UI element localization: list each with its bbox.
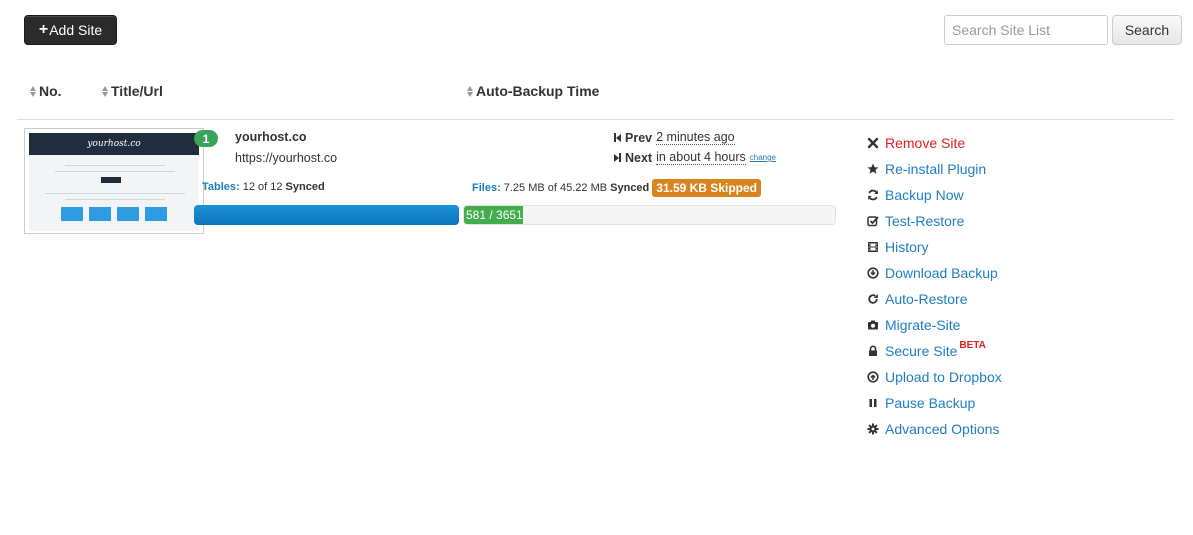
remove-site-label: Remove Site bbox=[885, 135, 966, 151]
files-status: Files: 7.25 MB of 45.22 MB Synced 31.59 … bbox=[472, 179, 761, 197]
step-backward-icon bbox=[614, 133, 621, 142]
upload-circle-icon bbox=[866, 371, 879, 384]
backup-now-label: Backup Now bbox=[885, 187, 964, 203]
star-icon bbox=[866, 163, 879, 176]
next-label: Next bbox=[625, 150, 653, 165]
auto-restore-action[interactable]: Auto-Restore bbox=[866, 286, 1166, 312]
files-synced: Synced bbox=[610, 182, 650, 194]
site-url[interactable]: https://yourhost.co bbox=[235, 151, 337, 165]
site-actions-menu: Remove Site Re-install Plugin Backup Now Te… bbox=[866, 130, 1166, 442]
download-circle-icon bbox=[866, 267, 879, 280]
column-header-title[interactable]: Title/Url bbox=[100, 83, 163, 99]
beta-badge: BETA bbox=[959, 339, 986, 351]
site-name[interactable]: yourhost.co bbox=[235, 130, 307, 144]
files-progress-bar: 581 / 3651 bbox=[463, 205, 836, 225]
tables-status: Tables: 12 of 12 Synced bbox=[202, 181, 325, 193]
lock-icon bbox=[866, 345, 879, 358]
column-header-backup-time[interactable]: Auto-Backup Time bbox=[465, 83, 599, 99]
history-label: History bbox=[885, 239, 929, 255]
tables-label: Tables: bbox=[202, 181, 240, 193]
upload-to-dropbox-label: Upload to Dropbox bbox=[885, 369, 1002, 385]
test-restore-label: Test-Restore bbox=[885, 213, 965, 229]
reinstall-plugin-label: Re-install Plugin bbox=[885, 161, 987, 177]
secure-site-label: Secure Site bbox=[885, 343, 958, 359]
advanced-options-label: Advanced Options bbox=[885, 421, 1000, 437]
column-header-backup-time-label: Auto-Backup Time bbox=[476, 83, 600, 99]
header-divider bbox=[17, 119, 1174, 120]
sort-icon bbox=[465, 85, 474, 97]
column-header-title-label: Title/Url bbox=[111, 83, 163, 99]
next-backup: Next in about 4 hours change bbox=[614, 150, 776, 165]
files-size: 7.25 MB of 45.22 MB bbox=[503, 182, 608, 194]
files-progress-fill: 581 / 3651 bbox=[464, 206, 523, 224]
upload-to-dropbox-action[interactable]: Upload to Dropbox bbox=[866, 364, 1166, 390]
add-site-label: Add Site bbox=[49, 22, 103, 38]
thumbnail-logo: yourhost.co bbox=[29, 133, 199, 155]
check-square-icon bbox=[866, 215, 879, 228]
download-backup-action[interactable]: Download Backup bbox=[866, 260, 1166, 286]
advanced-options-action[interactable]: Advanced Options bbox=[866, 416, 1166, 442]
reinstall-plugin-action[interactable]: Re-install Plugin bbox=[866, 156, 1166, 182]
repeat-icon bbox=[866, 293, 879, 306]
close-icon bbox=[866, 137, 879, 150]
migrate-site-label: Migrate-Site bbox=[885, 317, 961, 333]
next-value: in about 4 hours bbox=[656, 150, 746, 165]
pause-icon bbox=[866, 397, 879, 410]
prev-backup: Prev 2 minutes ago bbox=[614, 130, 735, 145]
column-header-no[interactable]: No. bbox=[28, 83, 62, 99]
gear-icon bbox=[866, 423, 879, 436]
sort-icon bbox=[28, 85, 37, 97]
tables-synced: Synced bbox=[285, 181, 325, 193]
files-label: Files: bbox=[472, 182, 501, 194]
site-number-badge: 1 bbox=[194, 130, 218, 147]
pause-backup-action[interactable]: Pause Backup bbox=[866, 390, 1166, 416]
auto-restore-label: Auto-Restore bbox=[885, 291, 968, 307]
sort-icon bbox=[100, 85, 109, 97]
film-icon bbox=[866, 241, 879, 254]
skipped-badge: 31.59 KB Skipped bbox=[652, 179, 761, 197]
download-backup-label: Download Backup bbox=[885, 265, 998, 281]
search-button[interactable]: Search bbox=[1112, 15, 1182, 45]
pause-backup-label: Pause Backup bbox=[885, 395, 976, 411]
search-input[interactable] bbox=[944, 15, 1108, 45]
site-thumbnail[interactable]: yourhost.co bbox=[24, 128, 204, 234]
backup-now-action[interactable]: Backup Now bbox=[866, 182, 1166, 208]
refresh-icon bbox=[866, 189, 879, 202]
column-header-no-label: No. bbox=[39, 83, 62, 99]
plus-icon: + bbox=[38, 21, 49, 38]
test-restore-action[interactable]: Test-Restore bbox=[866, 208, 1166, 234]
migrate-site-action[interactable]: Migrate-Site bbox=[866, 312, 1166, 338]
change-schedule-link[interactable]: change bbox=[750, 153, 776, 162]
tables-progress-bar bbox=[194, 205, 459, 225]
secure-site-action[interactable]: Secure Site BETA bbox=[866, 338, 1166, 364]
add-site-button[interactable]: + Add Site bbox=[24, 15, 117, 45]
tables-count: 12 of 12 bbox=[242, 181, 283, 193]
remove-site-action[interactable]: Remove Site bbox=[866, 130, 1166, 156]
prev-value: 2 minutes ago bbox=[656, 130, 735, 145]
camera-icon bbox=[866, 319, 879, 332]
history-action[interactable]: History bbox=[866, 234, 1166, 260]
step-forward-icon bbox=[614, 153, 621, 162]
prev-label: Prev bbox=[625, 130, 653, 145]
